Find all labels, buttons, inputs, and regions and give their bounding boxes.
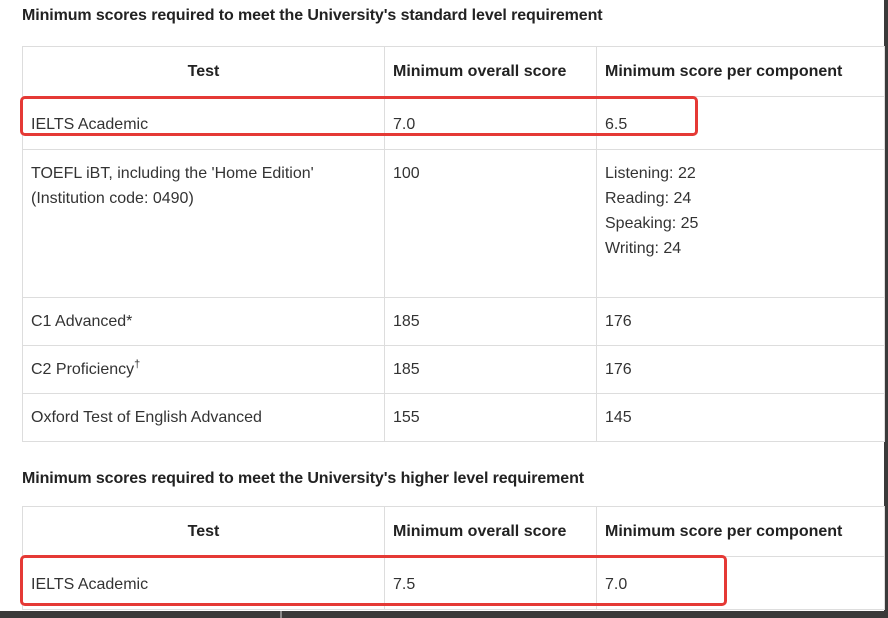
test-name-cell: TOEFL iBT, including the 'Home Edition' … xyxy=(22,149,385,298)
component-score-cell: 176 xyxy=(596,297,885,346)
table-header-row: Test Minimum overall score Minimum score… xyxy=(22,506,885,557)
header-test: Test xyxy=(22,46,385,97)
header-component-score: Minimum score per component xyxy=(596,506,885,557)
overall-score-cell: 7.5 xyxy=(384,556,597,610)
dagger-footnote-mark: † xyxy=(134,358,141,371)
component-score-cell: Listening: 22 Reading: 24 Speaking: 25 W… xyxy=(596,149,885,298)
header-overall-score: Minimum overall score xyxy=(384,46,597,97)
header-test: Test xyxy=(22,506,385,557)
standard-requirement-table: Test Minimum overall score Minimum score… xyxy=(22,46,885,442)
table-row: IELTS Academic 7.5 7.0 xyxy=(22,556,885,610)
component-score-cell: 6.5 xyxy=(596,96,885,150)
test-name-line: TOEFL iBT, including the 'Home Edition' xyxy=(31,165,314,182)
table-header-row: Test Minimum overall score Minimum score… xyxy=(22,46,885,97)
test-name-cell: Oxford Test of English Advanced xyxy=(22,393,385,442)
window-edge-divider xyxy=(280,611,282,618)
higher-requirement-table: Test Minimum overall score Minimum score… xyxy=(22,506,885,610)
component-score-line: Writing: 24 xyxy=(605,240,682,257)
component-score-line: Listening: 22 xyxy=(605,165,696,182)
overall-score-cell: 7.0 xyxy=(384,96,597,150)
higher-requirement-caption: Minimum scores required to meet the Univ… xyxy=(22,470,585,487)
table-row: C2 Proficiency† 185 176 xyxy=(22,345,885,394)
overall-score-cell: 100 xyxy=(384,149,597,298)
component-score-line: Reading: 24 xyxy=(605,190,692,207)
component-score-line: Speaking: 25 xyxy=(605,215,699,232)
overall-score-cell: 185 xyxy=(384,345,597,394)
test-name-cell: IELTS Academic xyxy=(22,96,385,150)
test-name-cell: C1 Advanced* xyxy=(22,297,385,346)
header-component-score: Minimum score per component xyxy=(596,46,885,97)
test-name-cell: C2 Proficiency† xyxy=(22,345,385,394)
overall-score-cell: 185 xyxy=(384,297,597,346)
table-row: TOEFL iBT, including the 'Home Edition' … xyxy=(22,149,885,298)
component-score-cell: 7.0 xyxy=(596,556,885,610)
test-name-text: C2 Proficiency xyxy=(31,361,135,378)
component-score-cell: 145 xyxy=(596,393,885,442)
test-name-cell: IELTS Academic xyxy=(22,556,385,610)
table-row: IELTS Academic 7.0 6.5 xyxy=(22,96,885,150)
component-score-cell: 176 xyxy=(596,345,885,394)
window-edge-bottom xyxy=(0,611,888,618)
overall-score-cell: 155 xyxy=(384,393,597,442)
standard-requirement-caption: Minimum scores required to meet the Univ… xyxy=(22,7,603,24)
table-row: Oxford Test of English Advanced 155 145 xyxy=(22,393,885,442)
table-row: C1 Advanced* 185 176 xyxy=(22,297,885,346)
header-overall-score: Minimum overall score xyxy=(384,506,597,557)
test-name-line: (Institution code: 0490) xyxy=(31,190,194,207)
